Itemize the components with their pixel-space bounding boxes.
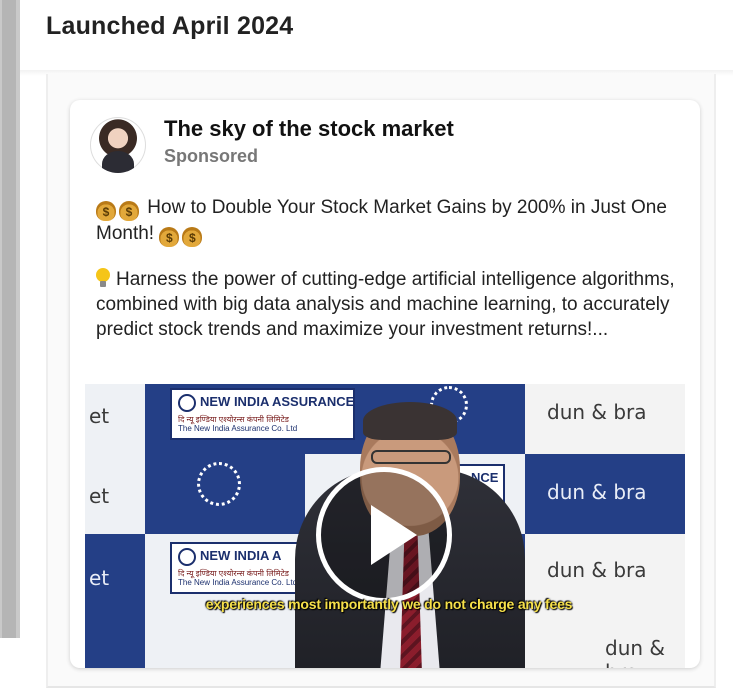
sponsored-label: Sponsored [164,146,259,166]
speaker-hair [363,402,457,440]
video-player[interactable]: et NEW INDIA ASSURANCE दि न्यू इण्डिया ए… [85,384,685,668]
left-scroll-edge [0,0,20,638]
backdrop-et-text: et [89,484,110,508]
tfci-wheel-icon [197,462,241,506]
post-body[interactable]: Harness the power of cutting-edge artifi… [96,269,675,340]
nia-emblem-icon [178,394,196,412]
author-name[interactable]: The sky of the stock market [164,116,454,142]
video-subtitle: experiences most importantly we do not c… [205,596,573,612]
backdrop-db-text: dun & bra [547,558,647,582]
nia-logo-english: The New India Assurance Co. Ltd [178,424,298,433]
speaker-glasses [371,450,451,464]
backdrop-tile [85,534,145,668]
money-bag-icon: $ [119,201,139,221]
backdrop-et-text: et [89,404,110,428]
light-bulb-icon [96,268,110,288]
post-text: $ $ How to Double Your Stock Market Gains… [96,195,686,342]
ad-post-card[interactable]: The sky of the stock market Sponsored $ $… [70,100,700,668]
nia-logo-panel: NEW INDIA ASSURANCE दि न्यू इण्डिया एश्य… [170,388,355,440]
nia-emblem-icon [178,548,196,566]
nia-logo-title: NEW INDIA ASSURANCE [200,394,355,409]
backdrop-db-text: dun & bra [547,400,647,424]
backdrop-db-text: dun & bra [605,636,665,668]
post-headline-line: $ $ How to Double Your Stock Market Gains… [96,195,686,247]
backdrop-db-text: dun & bra [547,480,647,504]
play-icon [371,505,417,565]
section-title: Launched April 2024 [46,12,294,40]
nia-logo-title: NEW INDIA A [200,548,282,563]
play-button[interactable] [316,467,452,603]
nia-logo-english: The New India Assurance Co. Ltd [178,578,298,587]
money-bag-icon: $ [159,227,180,247]
author-avatar[interactable] [90,117,146,173]
post-body-line: Harness the power of cutting-edge artifi… [96,267,686,342]
money-bag-icon: $ [182,227,203,247]
backdrop-et-text: et [89,566,110,590]
money-bag-icon: $ [96,201,116,221]
